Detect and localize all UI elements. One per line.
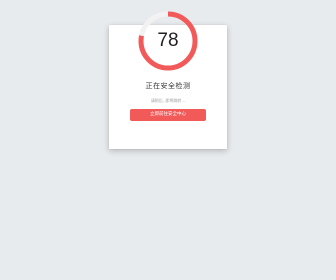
status-title: 正在安全检测 (145, 82, 191, 90)
go-to-security-center-button[interactable]: 立即前往安全中心 (130, 109, 206, 121)
status-subtitle: 请稍后, 即将跳转... (150, 98, 186, 103)
page-root: 78 正在安全检测 请稍后, 即将跳转... 立即前往安全中心 (0, 0, 336, 280)
security-score: 78 (157, 30, 179, 51)
